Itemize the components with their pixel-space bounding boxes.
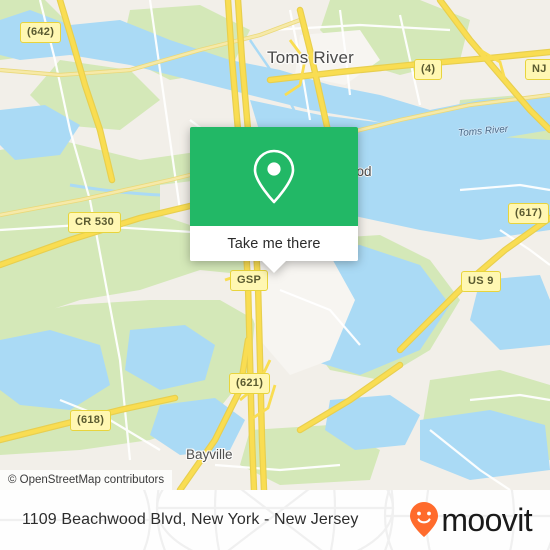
popup-tail-pointer — [261, 260, 287, 273]
footer-bar: 1109 Beachwood Blvd, New York - New Jers… — [0, 490, 550, 550]
osm-attribution-text: © OpenStreetMap contributors — [8, 474, 165, 486]
road-shield-nj-4[interactable]: (4) — [414, 59, 443, 80]
map-screenshot-root: Toms River Bayville ood Toms River (642)… — [0, 0, 550, 550]
road-shield-cr-642[interactable]: (642) — [20, 22, 62, 43]
take-me-there-label: Take me there — [227, 235, 321, 252]
road-shield-nj-37[interactable]: NJ 3 — [525, 59, 550, 80]
moovit-pin-icon — [409, 501, 439, 539]
footer-address-text: 1109 Beachwood Blvd, New York - New Jers… — [22, 511, 359, 528]
road-shield-cr-617[interactable]: (617) — [508, 203, 550, 224]
osm-attribution[interactable]: © OpenStreetMap contributors — [0, 470, 173, 490]
road-shield-cr-621[interactable]: (621) — [229, 373, 271, 394]
moovit-wordmark: moovit — [441, 502, 532, 538]
popup-body: Take me there — [190, 127, 358, 261]
map-pin-icon — [248, 148, 300, 206]
popup-image-area — [190, 127, 358, 226]
moovit-logo[interactable]: moovit — [409, 501, 533, 539]
road-shield-cr-530[interactable]: CR 530 — [68, 212, 122, 233]
take-me-there-button[interactable]: Take me there — [190, 226, 358, 261]
location-popup-card[interactable]: Take me there — [190, 127, 358, 273]
road-shield-gsp[interactable]: GSP — [230, 270, 269, 291]
map-canvas[interactable]: Toms River Bayville ood Toms River (642)… — [0, 0, 550, 490]
road-shield-us-9[interactable]: US 9 — [461, 271, 501, 292]
road-shield-cr-618[interactable]: (618) — [70, 410, 112, 431]
